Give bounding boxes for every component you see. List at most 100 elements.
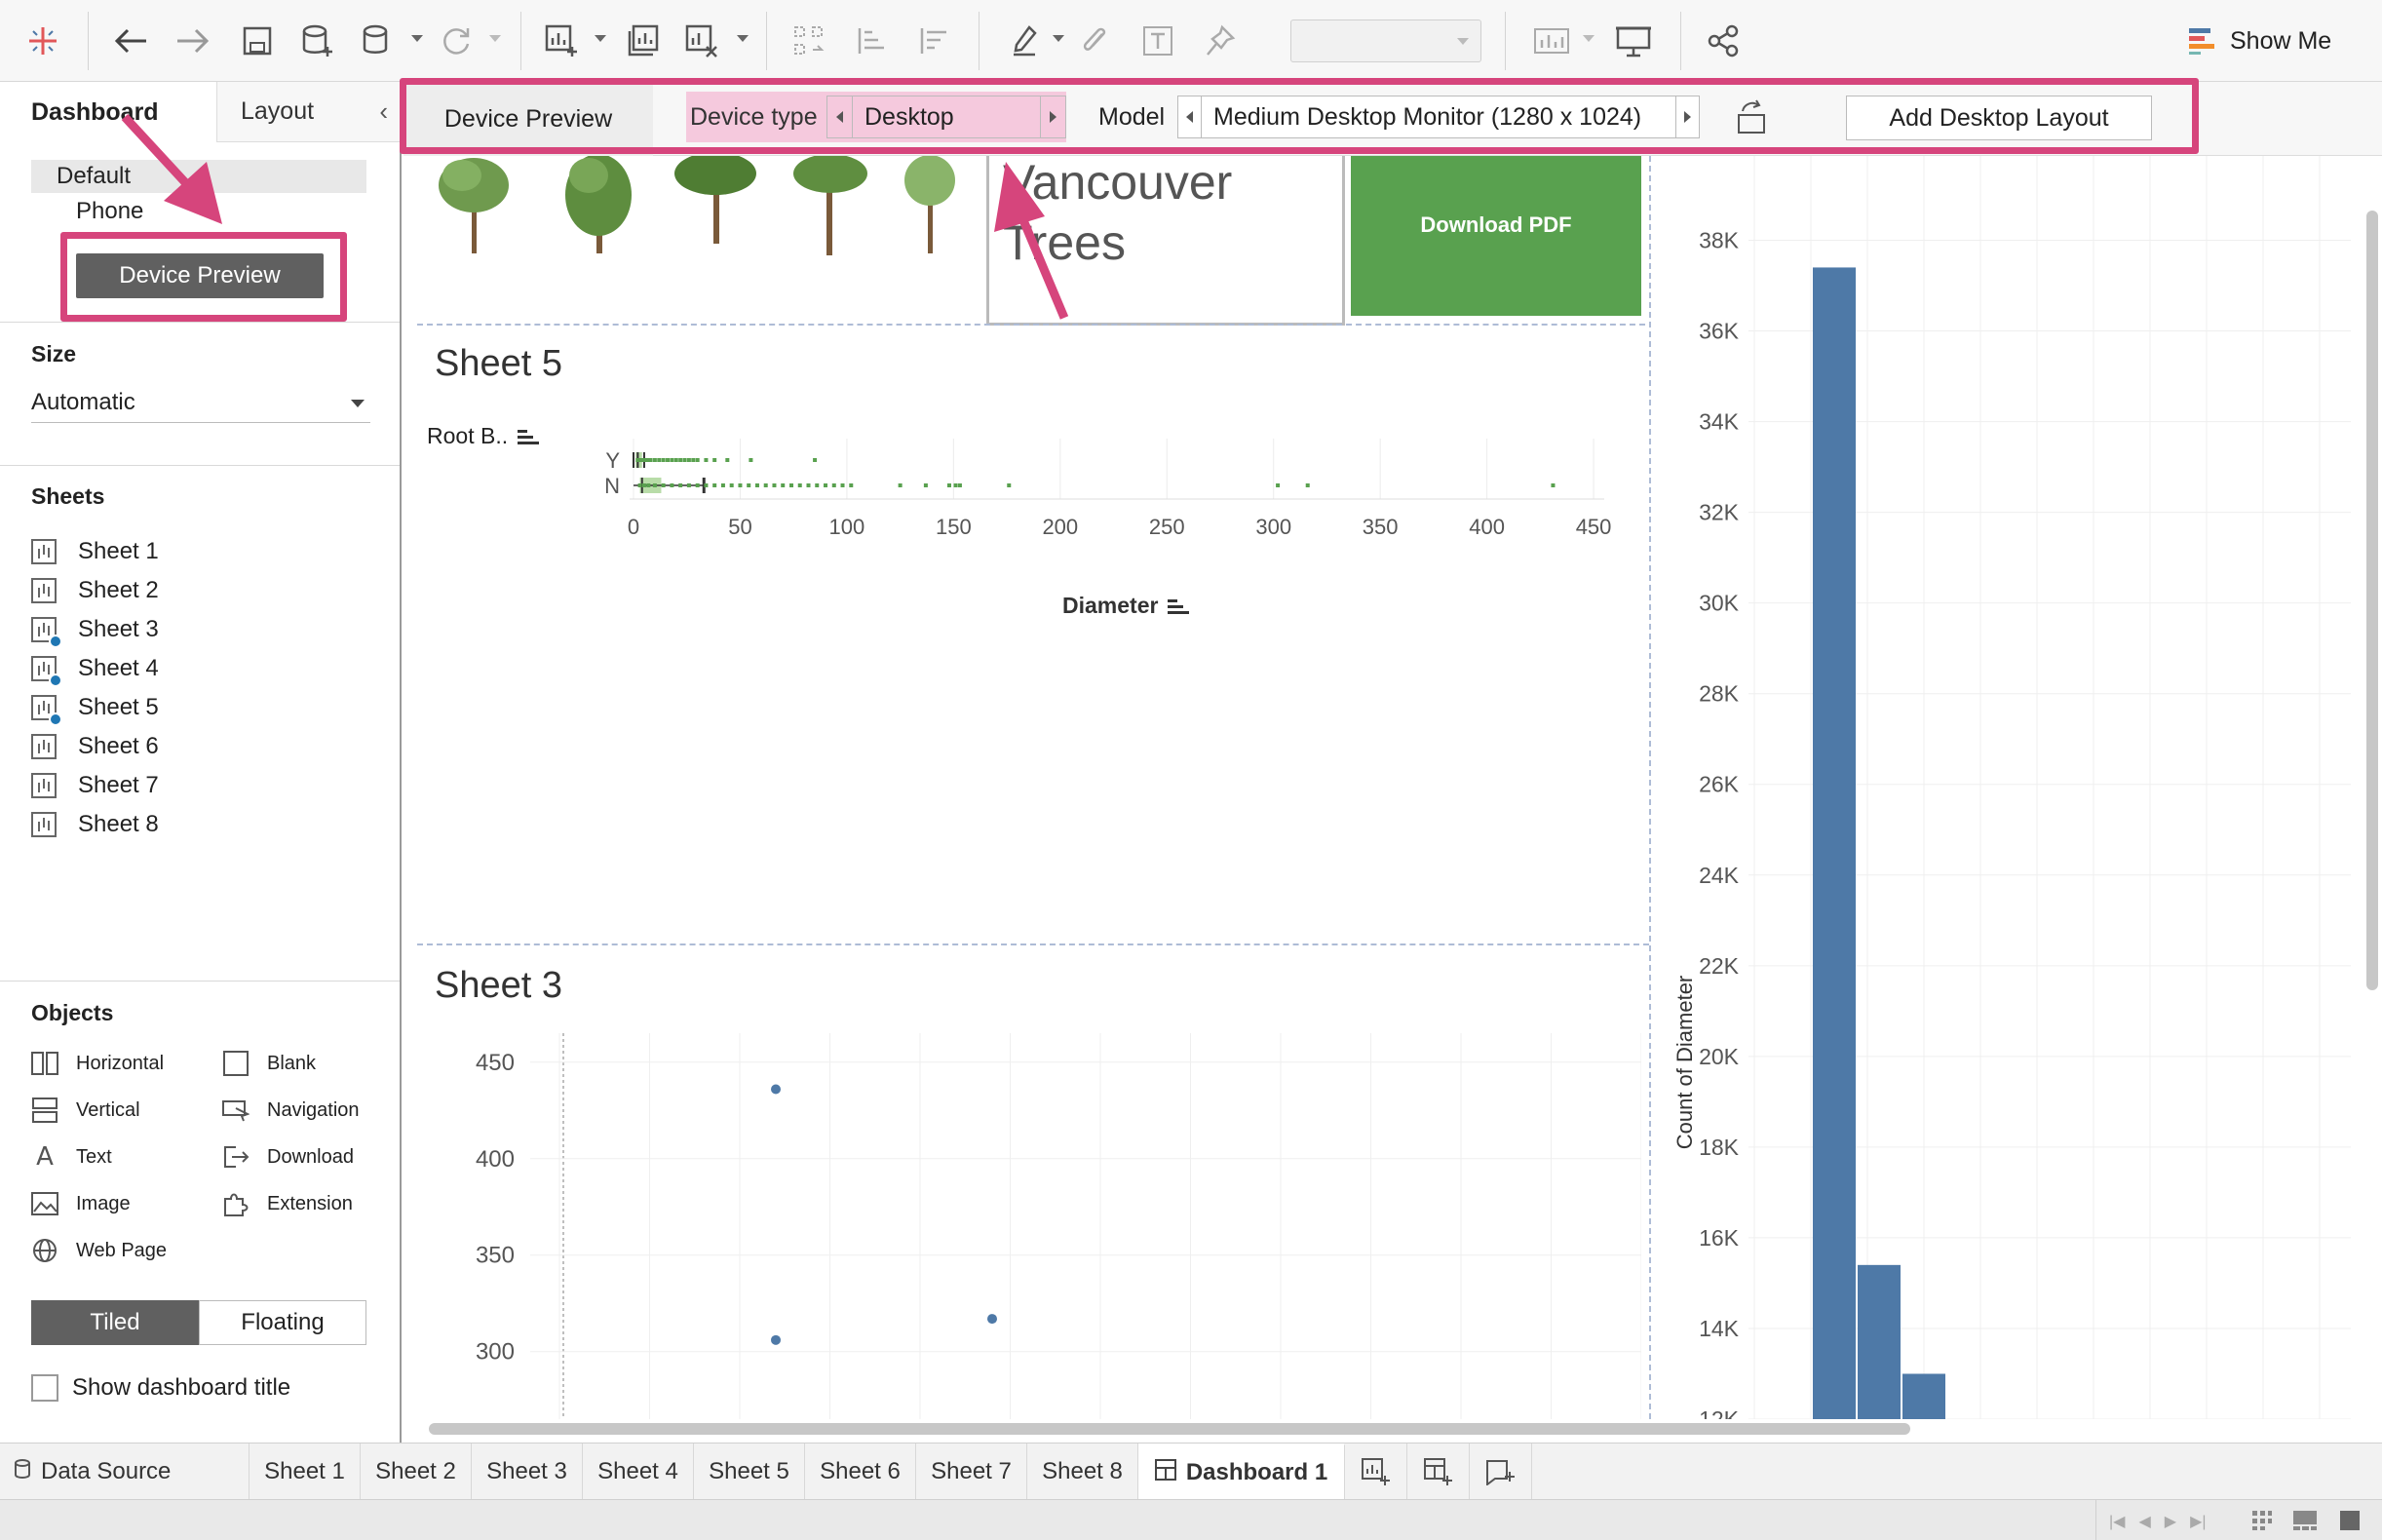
- presentation-icon[interactable]: [1610, 18, 1657, 64]
- layout-default[interactable]: Default: [31, 160, 366, 193]
- object-download[interactable]: Download: [222, 1140, 354, 1174]
- sheet-list-item-2[interactable]: Sheet 2: [31, 573, 159, 608]
- download-pdf-button[interactable]: Download PDF: [1351, 156, 1641, 316]
- y-tick-label: 12K: [1699, 1406, 1740, 1419]
- sheet-list-item-3[interactable]: Sheet 3: [31, 612, 159, 648]
- diameter-axis-header[interactable]: Diameter: [1062, 593, 1190, 619]
- outlier-point: [1276, 483, 1281, 487]
- object-text[interactable]: A Text: [31, 1140, 112, 1174]
- vertical-scrollbar-thumb[interactable]: [2366, 211, 2378, 990]
- object-horizontal[interactable]: Horizontal: [31, 1047, 164, 1080]
- sheet-sorter-icon[interactable]: [2251, 1510, 2273, 1531]
- tab-sheet-7[interactable]: Sheet 7: [916, 1444, 1027, 1500]
- pin-icon[interactable]: [1197, 18, 1244, 64]
- object-image[interactable]: Image: [31, 1187, 131, 1220]
- scatter-point: [771, 1084, 781, 1095]
- fit-dropdown[interactable]: [1290, 19, 1481, 62]
- sheet-list-item-1[interactable]: Sheet 1: [31, 534, 159, 569]
- sort-icon[interactable]: [518, 428, 540, 445]
- first-sheet-icon[interactable]: |◀: [2109, 1512, 2125, 1531]
- sort-ascending-icon[interactable]: [848, 18, 895, 64]
- sheet-list-label: Sheet 5: [78, 694, 159, 720]
- object-label: Horizontal: [76, 1052, 165, 1074]
- last-sheet-icon[interactable]: ▶|: [2190, 1512, 2206, 1531]
- sheet-list-label: Sheet 4: [78, 655, 159, 681]
- tableau-logo-icon[interactable]: [19, 18, 66, 64]
- highlight-icon[interactable]: [1002, 18, 1049, 64]
- duplicate-sheet-icon[interactable]: [620, 18, 667, 64]
- tab-dashboard[interactable]: Dashboard: [0, 82, 216, 142]
- tab-sheet-3[interactable]: Sheet 3: [472, 1444, 583, 1500]
- undo-icon[interactable]: [107, 18, 154, 64]
- show-dashboard-title-option[interactable]: Show dashboard title: [31, 1374, 290, 1402]
- floating-toggle[interactable]: Floating: [199, 1300, 366, 1345]
- tiled-toggle[interactable]: Tiled: [31, 1300, 199, 1345]
- x-tick-label: 150: [936, 515, 972, 539]
- root-barrier-header[interactable]: Root B..: [427, 423, 540, 449]
- dashboard-pane: Dashboard Layout ‹ Default Phone Device …: [0, 82, 402, 1443]
- outlier-point: [661, 483, 666, 487]
- collapse-pane-icon[interactable]: ‹: [379, 96, 388, 127]
- outlier-point: [712, 483, 717, 487]
- tab-sheet-5[interactable]: Sheet 5: [694, 1444, 805, 1500]
- save-icon[interactable]: [234, 18, 281, 64]
- outlier-point: [1551, 483, 1556, 487]
- refresh-icon[interactable]: [433, 18, 480, 64]
- tab-layout[interactable]: Layout ‹: [216, 82, 402, 142]
- text-icon: A: [36, 1142, 54, 1172]
- previous-sheet-icon[interactable]: ◀: [2138, 1512, 2150, 1531]
- show-me-button[interactable]: Show Me: [2187, 21, 2331, 60]
- next-sheet-icon[interactable]: ▶: [2165, 1512, 2176, 1531]
- object-web-page[interactable]: Web Page: [31, 1234, 167, 1267]
- sheet-list-item-4[interactable]: Sheet 4: [31, 651, 159, 687]
- outlier-point: [1007, 483, 1012, 487]
- clear-sheet-icon[interactable]: [678, 18, 725, 64]
- boxplot-chart[interactable]: 0 50 100 150 200 250 300 350 400 450 YN: [540, 439, 1622, 556]
- labels-icon[interactable]: [1134, 18, 1181, 64]
- new-worksheet-tab-icon[interactable]: [1345, 1444, 1407, 1500]
- group-icon[interactable]: [1072, 18, 1119, 64]
- fit-icon[interactable]: [1528, 18, 1575, 64]
- tab-sheet-1[interactable]: Sheet 1: [250, 1444, 361, 1500]
- object-navigation[interactable]: Navigation: [222, 1094, 360, 1127]
- horizontal-scrollbar-thumb[interactable]: [429, 1423, 1910, 1435]
- swap-icon[interactable]: [786, 18, 832, 64]
- histogram-chart[interactable]: 38K 36K 34K 32K 30K 28K 26K 24K 22K 20K 18K 16K 14K 1…: [1651, 156, 2351, 1419]
- sort-descending-icon[interactable]: [910, 18, 957, 64]
- title-text-box[interactable]: Vancouver Trees: [986, 156, 1345, 326]
- row-label: Y: [605, 448, 620, 473]
- tab-sheet-8[interactable]: Sheet 8: [1027, 1444, 1138, 1500]
- tab-sheet-2[interactable]: Sheet 2: [361, 1444, 472, 1500]
- layout-phone[interactable]: Phone: [76, 195, 143, 228]
- outlier-point: [641, 483, 646, 487]
- filmstrip-icon[interactable]: [2292, 1510, 2318, 1531]
- sheet-list-item-8[interactable]: Sheet 8: [31, 807, 159, 842]
- sheet-list-item-7[interactable]: Sheet 7: [31, 768, 159, 803]
- outlier-point: [749, 458, 753, 462]
- sheet-list-item-5[interactable]: Sheet 5: [31, 690, 159, 726]
- sort-icon[interactable]: [1168, 597, 1190, 615]
- pause-updates-icon[interactable]: [355, 18, 402, 64]
- outlier-point: [686, 483, 691, 487]
- size-dropdown[interactable]: Automatic: [31, 382, 370, 423]
- show-title-checkbox[interactable]: [31, 1374, 58, 1402]
- object-extension[interactable]: Extension: [222, 1187, 353, 1220]
- outlier-point: [806, 483, 811, 487]
- y-tick-label: 450: [476, 1050, 515, 1076]
- new-worksheet-icon[interactable]: [538, 18, 585, 64]
- scatter-chart[interactable]: 450 400 350 300: [423, 1033, 1641, 1419]
- tab-data-source[interactable]: Data Source: [0, 1444, 250, 1500]
- object-vertical[interactable]: Vertical: [31, 1094, 140, 1127]
- tab-sheet-4[interactable]: Sheet 4: [583, 1444, 694, 1500]
- new-dashboard-tab-icon[interactable]: [1407, 1444, 1470, 1500]
- share-icon[interactable]: [1700, 18, 1747, 64]
- tabs-view-icon[interactable]: [2339, 1510, 2361, 1531]
- tab-dashboard-1[interactable]: Dashboard 1: [1138, 1444, 1345, 1500]
- new-story-tab-icon[interactable]: [1470, 1444, 1532, 1500]
- new-datasource-icon[interactable]: [294, 18, 341, 64]
- sheet-list-item-6[interactable]: Sheet 6: [31, 729, 159, 764]
- image-icon: [31, 1191, 58, 1216]
- redo-icon[interactable]: [170, 18, 216, 64]
- object-blank[interactable]: Blank: [222, 1047, 316, 1080]
- tab-sheet-6[interactable]: Sheet 6: [805, 1444, 916, 1500]
